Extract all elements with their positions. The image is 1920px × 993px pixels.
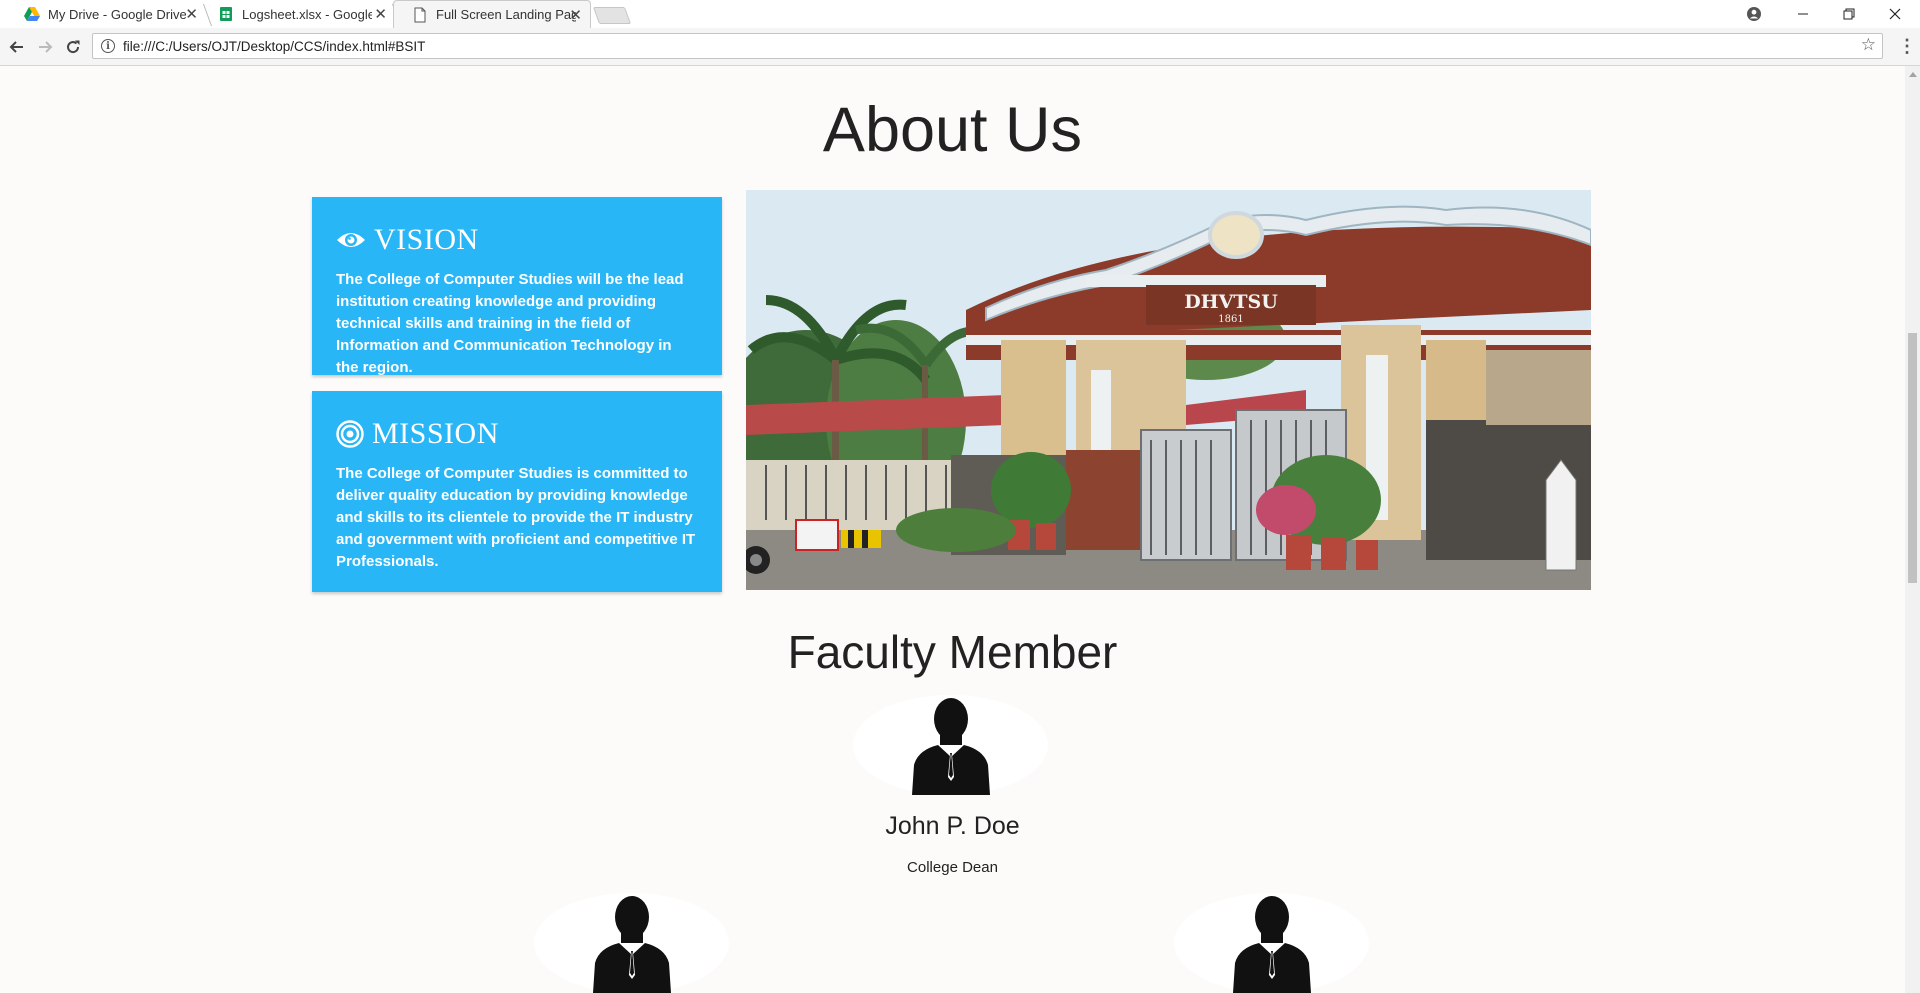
minimize-icon[interactable] [1780, 0, 1826, 28]
about-us-heading: About Us [822, 95, 1083, 165]
address-bar[interactable]: i file:///C:/Users/OJT/Desktop/CCS/index… [92, 33, 1883, 59]
scroll-up-arrow-icon[interactable] [1909, 72, 1917, 77]
tab-google-drive[interactable]: My Drive - Google Drive ✕ [6, 0, 213, 28]
gate-sign-text: DHVTSU [1184, 291, 1278, 313]
faculty-member-heading: Faculty Member [787, 626, 1118, 678]
gate-sign-year: 1861 [1218, 314, 1243, 325]
forward-arrow-icon[interactable] [34, 36, 56, 58]
tab-title: My Drive - Google Drive [48, 6, 186, 22]
new-tab-button[interactable] [592, 7, 632, 24]
dean-name: John P. Doe [885, 812, 1020, 840]
target-icon [336, 420, 364, 448]
tab-strip: My Drive - Google Drive ✕ Logsheet.xlsx … [0, 0, 1920, 28]
tab-title: Full Screen Landing Page [436, 7, 576, 22]
browser-toolbar: i file:///C:/Users/OJT/Desktop/CCS/index… [0, 28, 1920, 66]
faculty-avatar-right [1174, 893, 1369, 993]
page-icon [412, 7, 428, 23]
close-tab-icon[interactable]: ✕ [185, 5, 198, 23]
close-tab-icon[interactable]: ✕ [569, 6, 582, 24]
businessman-icon [593, 896, 671, 993]
browser-menu-icon[interactable]: ⋮ [1898, 36, 1916, 57]
scrollbar-thumb[interactable] [1908, 333, 1917, 583]
google-drive-icon [24, 6, 40, 22]
campus-gate-photo: DHVTSU 1861 [746, 190, 1591, 590]
mission-title: MISSION [372, 417, 499, 450]
vision-card: VISION The College of Computer Studies w… [312, 197, 722, 376]
mission-card: MISSION The College of Computer Studies … [312, 391, 722, 592]
mission-text: The College of Computer Studies is commi… [336, 465, 696, 570]
page-viewport: About Us VISION The College of Computer … [0, 66, 1905, 993]
url-text: file:///C:/Users/OJT/Desktop/CCS/index.h… [123, 38, 426, 54]
vision-heading: VISION [336, 223, 698, 257]
info-icon[interactable]: i [101, 39, 115, 53]
businessman-icon [1233, 896, 1311, 993]
tab-landing-page[interactable]: Full Screen Landing Page ✕ [393, 0, 591, 28]
mission-heading: MISSION [336, 417, 698, 451]
bookmark-star-icon[interactable]: ☆ [1861, 35, 1876, 55]
profile-icon[interactable] [1731, 0, 1777, 28]
vision-text: The College of Computer Studies will be … [336, 271, 684, 376]
restore-icon[interactable] [1826, 0, 1872, 28]
reload-icon[interactable] [62, 36, 84, 58]
page-scrollbar[interactable] [1905, 66, 1920, 993]
faculty-avatar-left [534, 893, 729, 993]
close-window-icon[interactable] [1872, 0, 1918, 28]
businessman-icon [912, 698, 990, 795]
tab-logsheet[interactable]: Logsheet.xlsx - Google Sh ✕ [200, 0, 402, 28]
tab-title: Logsheet.xlsx - Google Sh [242, 6, 372, 22]
vision-title: VISION [374, 223, 479, 256]
back-arrow-icon[interactable] [6, 36, 28, 58]
dean-avatar [853, 695, 1048, 795]
close-tab-icon[interactable]: ✕ [374, 5, 387, 23]
google-sheets-icon [218, 6, 234, 22]
dean-role: College Dean [907, 859, 998, 876]
eye-icon [336, 229, 366, 251]
